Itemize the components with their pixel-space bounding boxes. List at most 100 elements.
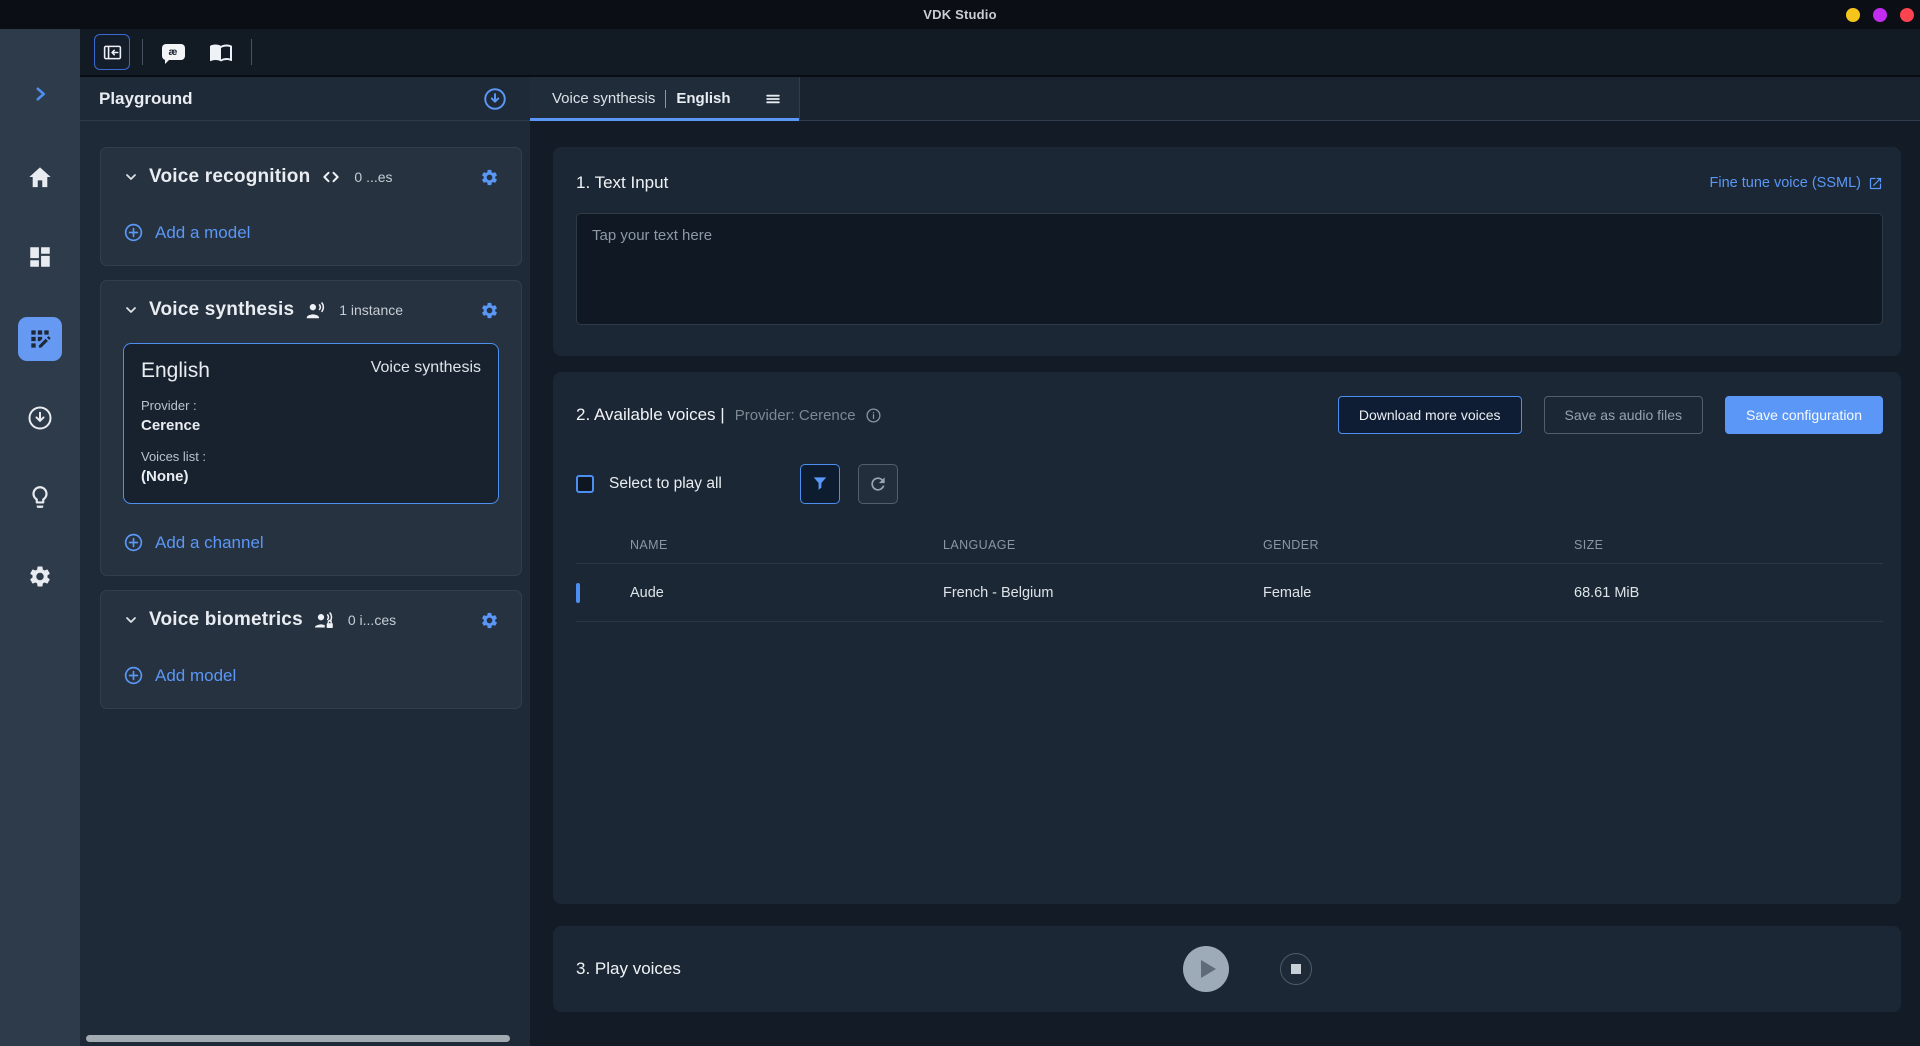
tab-voice-synthesis-english[interactable]: Voice synthesis English [530,77,800,120]
collapse-voice-recognition-button[interactable] [123,169,139,185]
voice-biometrics-settings-button[interactable] [480,611,499,630]
save-as-audio-files-button[interactable]: Save as audio files [1544,396,1704,434]
home-icon [27,164,54,191]
refresh-icon [868,474,888,494]
window-controls [1846,0,1914,29]
voices-table: NAME LANGUAGE GENDER SIZE Aude French - … [576,526,1883,622]
voice-gender: Female [1263,585,1574,601]
save-configuration-button[interactable]: Save configuration [1725,396,1883,434]
filter-icon [810,474,830,494]
provider-value: Cerence [141,417,481,434]
voice-biometrics-card: Voice biometrics 0 i...ces Add model [100,590,522,709]
playground-cards: Voice recognition 0 ...es Add a model [80,121,530,709]
rail-item-playground[interactable] [18,317,62,361]
voice-biometrics-title: Voice biometrics [149,609,303,631]
tab-bar: Voice synthesis English [530,77,1920,121]
toolbar: æ [80,29,1920,77]
lightbulb-icon [27,484,53,510]
tab-divider [665,90,666,108]
voice-biometrics-count: 0 i...ces [348,612,396,628]
collapse-panel-button[interactable] [94,34,130,70]
info-icon[interactable] [865,407,882,424]
col-size: SIZE [1574,538,1883,552]
select-all-label: Select to play all [609,475,722,493]
instance-type: Voice synthesis [371,359,481,377]
provider-caption: Provider: Cerence [735,407,856,424]
download-more-voices-button[interactable]: Download more voices [1338,396,1522,434]
text-input-section: 1. Text Input Fine tune voice (SSML) [553,147,1901,356]
filter-button[interactable] [800,464,840,504]
fine-tune-ssml-link[interactable]: Fine tune voice (SSML) [1709,175,1883,191]
collapse-voice-synthesis-button[interactable] [123,302,139,318]
available-voices-section: 2. Available voices | Provider: Cerence … [553,372,1901,904]
left-rail [0,29,80,1046]
rail-item-home[interactable] [27,164,54,191]
voice-row-checkbox[interactable] [576,583,580,603]
tts-text-input[interactable] [576,213,1883,325]
voice-synthesis-title: Voice synthesis [149,299,294,321]
pronunciation-button[interactable]: æ [155,34,191,70]
window-title: VDK Studio [923,7,997,22]
available-voices-heading: 2. Available voices | [576,405,725,425]
voice-recognition-settings-button[interactable] [480,168,499,187]
collapse-voice-biometrics-button[interactable] [123,612,139,628]
refresh-button[interactable] [858,464,898,504]
playground-panel: Playground Voice recognition 0 ...es [80,77,530,1046]
documentation-button[interactable] [203,34,239,70]
voice-synthesis-settings-button[interactable] [480,301,499,320]
text-input-heading: 1. Text Input [576,173,668,193]
download-circle-icon [26,404,54,432]
synthesis-instance-card-english[interactable]: English Voice synthesis Provider : Ceren… [123,343,499,504]
voice-recognition-card: Voice recognition 0 ...es Add a model [100,147,522,266]
playground-header: Playground [80,77,530,121]
playground-title: Playground [99,89,193,109]
chevron-right-icon [31,85,49,103]
pronunciation-bubble-icon: æ [162,44,185,60]
rail-item-downloads[interactable] [26,404,54,432]
main-area: Voice synthesis English 1. Text Input Fi… [530,77,1920,1046]
add-model-button[interactable]: Add a model [123,222,250,243]
voice-row-aude[interactable]: Aude French - Belgium Female 68.61 MiB [576,564,1883,622]
stop-icon [1291,964,1301,974]
stop-button[interactable] [1280,953,1312,985]
col-name: NAME [630,538,943,552]
window-dot-red[interactable] [1900,8,1914,22]
play-icon [1201,960,1216,978]
voice-language: French - Belgium [943,585,1263,601]
play-voices-heading: 3. Play voices [576,959,681,979]
window-dot-yellow[interactable] [1846,8,1860,22]
tab-menu-button[interactable] [763,89,783,109]
window-dot-purple[interactable] [1873,8,1887,22]
rail-item-settings[interactable] [28,564,53,589]
gear-icon [28,564,53,589]
instance-name: English [141,359,210,383]
horizontal-scrollbar[interactable] [86,1035,510,1042]
tab-name: English [676,90,730,107]
plus-circle-icon [123,532,144,553]
tab-category: Voice synthesis [552,90,655,107]
voices-table-header: NAME LANGUAGE GENDER SIZE [576,526,1883,564]
add-biometrics-model-button[interactable]: Add model [123,665,236,686]
expand-rail-button[interactable] [31,85,49,103]
download-circle-icon [482,86,508,112]
hamburger-icon [763,89,783,109]
toolbar-divider [142,39,143,65]
voices-list-label: Voices list : [141,449,481,464]
col-gender: GENDER [1263,538,1574,552]
play-voices-section: 3. Play voices [553,926,1901,1012]
col-language: LANGUAGE [943,538,1263,552]
select-all-checkbox[interactable] [576,475,594,493]
external-link-icon [1868,176,1883,191]
rail-item-tips[interactable] [27,484,53,510]
titlebar: VDK Studio [0,0,1920,29]
add-biometrics-model-label: Add model [155,666,236,686]
pronunciation-glyph: æ [169,47,178,58]
voice-name: Aude [630,585,943,601]
provider-label: Provider : [141,398,481,413]
play-button[interactable] [1183,946,1229,992]
rail-item-dashboard[interactable] [27,244,53,270]
voice-lock-icon [313,610,336,631]
import-configuration-button[interactable] [482,86,508,112]
dashboard-icon [27,244,53,270]
add-channel-button[interactable]: Add a channel [123,532,264,553]
